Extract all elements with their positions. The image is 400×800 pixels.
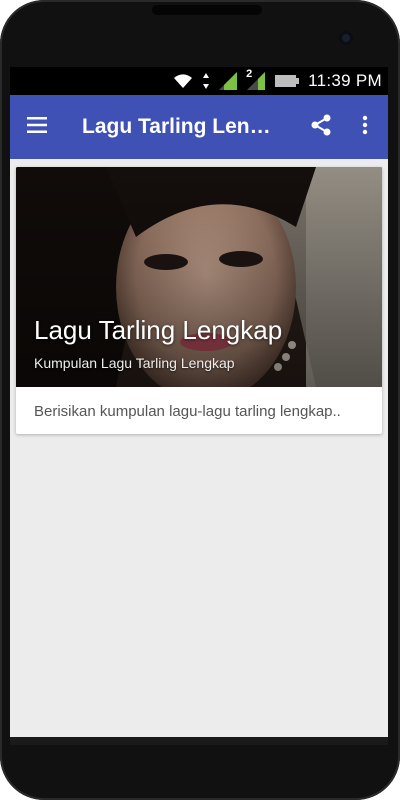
status-bar: 2 11:39 PM [10, 67, 388, 95]
card-image: Lagu Tarling Lengkap Kumpulan Lagu Tarli… [16, 167, 382, 387]
screen: 2 11:39 PM Lagu Tarling Lengkap Lagu Tar… [10, 67, 388, 737]
phone-frame: 2 11:39 PM Lagu Tarling Lengkap Lagu Tar… [0, 0, 400, 800]
portrait-photo [16, 167, 382, 387]
card-description: Berisikan kumpulan lagu-lagu tarling len… [34, 403, 341, 420]
more-vert-icon [362, 115, 368, 140]
content-area: Lagu Tarling Lengkap Kumpulan Lagu Tarli… [10, 159, 388, 442]
earpiece-speaker [152, 5, 262, 15]
share-icon [310, 113, 332, 142]
menu-icon [27, 116, 47, 138]
menu-button[interactable] [10, 95, 64, 159]
signal-2-icon: 2 [246, 68, 266, 91]
app-title: Lagu Tarling Lengkap [82, 115, 282, 138]
status-time: 11:39 PM [308, 71, 382, 90]
front-camera [339, 31, 353, 45]
wifi-icon [172, 72, 194, 90]
card-title: Lagu Tarling Lengkap [34, 315, 283, 345]
data-arrows-icon [202, 72, 210, 90]
more-options-button[interactable] [350, 107, 380, 147]
song-card[interactable]: Lagu Tarling Lengkap Kumpulan Lagu Tarli… [16, 167, 382, 434]
share-button[interactable] [306, 107, 336, 147]
bottom-bar [10, 737, 388, 745]
battery-icon [274, 73, 300, 89]
app-bar: Lagu Tarling Lengkap [10, 95, 388, 159]
sim-label: 2 [246, 68, 253, 80]
signal-icon [218, 71, 238, 91]
card-subtitle: Kumpulan Lagu Tarling Lengkap [34, 355, 235, 371]
